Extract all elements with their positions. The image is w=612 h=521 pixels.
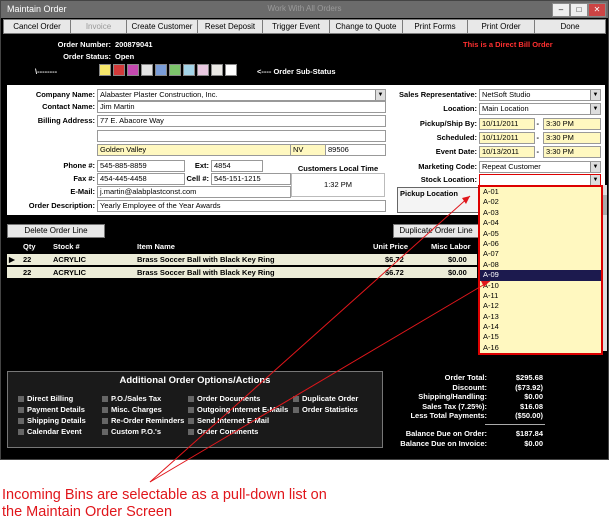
caption-line-1: Incoming Bins are selectable as a pull-d… [2, 487, 327, 503]
caption-line-2: the Maintain Order Screen [2, 504, 173, 520]
annotation-arrows [149, 195, 491, 483]
annotation-arrow-line [149, 195, 471, 483]
annotation-arrowhead [462, 196, 470, 204]
annotation-arrow-line [149, 280, 491, 483]
caption: Incoming Bins are selectable as a pull-d… [2, 487, 327, 521]
